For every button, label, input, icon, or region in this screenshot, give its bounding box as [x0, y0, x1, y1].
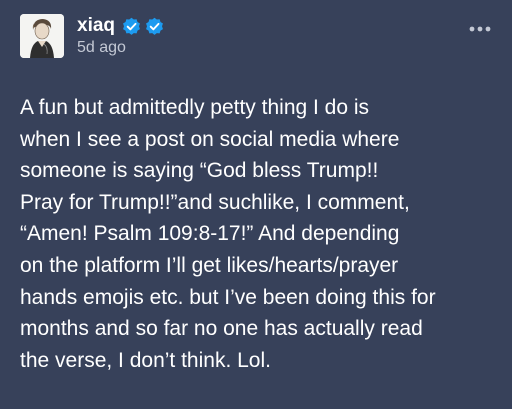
verified-checkmark-icon — [146, 17, 163, 35]
post-header: xiaq 5d ago — [20, 14, 492, 58]
post-body-line: months and so far no one has actually re… — [20, 317, 423, 341]
author-row: xiaq — [77, 14, 164, 38]
post-body-line: on the platform I’ll get likes/hearts/pr… — [20, 253, 399, 277]
post-timestamp: 5d ago — [77, 39, 126, 56]
post-body-line: A fun but admittedly petty thing I do is — [20, 96, 370, 119]
post-body-line: Pray for Trump!!”and suchlike, I comment… — [20, 190, 410, 214]
post-body: A fun but admittedly petty thing I do is… — [20, 92, 500, 376]
verified-checkmark-icon — [123, 17, 140, 35]
post-body-line: when I see a post on social media where — [20, 127, 400, 151]
avatar-portrait-icon — [20, 14, 64, 58]
post-body-line: “Amen! Psalm 109:8-17!” And depending — [20, 222, 400, 246]
username[interactable]: xiaq — [77, 14, 115, 38]
post-body-line: the verse, I don’t think. Lol. — [20, 348, 271, 372]
avatar[interactable] — [20, 14, 64, 58]
more-options-icon[interactable] — [468, 24, 492, 34]
post-body-line: hands emojis etc. but I’ve been doing th… — [20, 285, 436, 309]
post-body-line: someone is saying “God bless Trump!! — [20, 159, 379, 183]
post-card: xiaq 5d ago A fun but admittedly petty t… — [0, 0, 512, 409]
